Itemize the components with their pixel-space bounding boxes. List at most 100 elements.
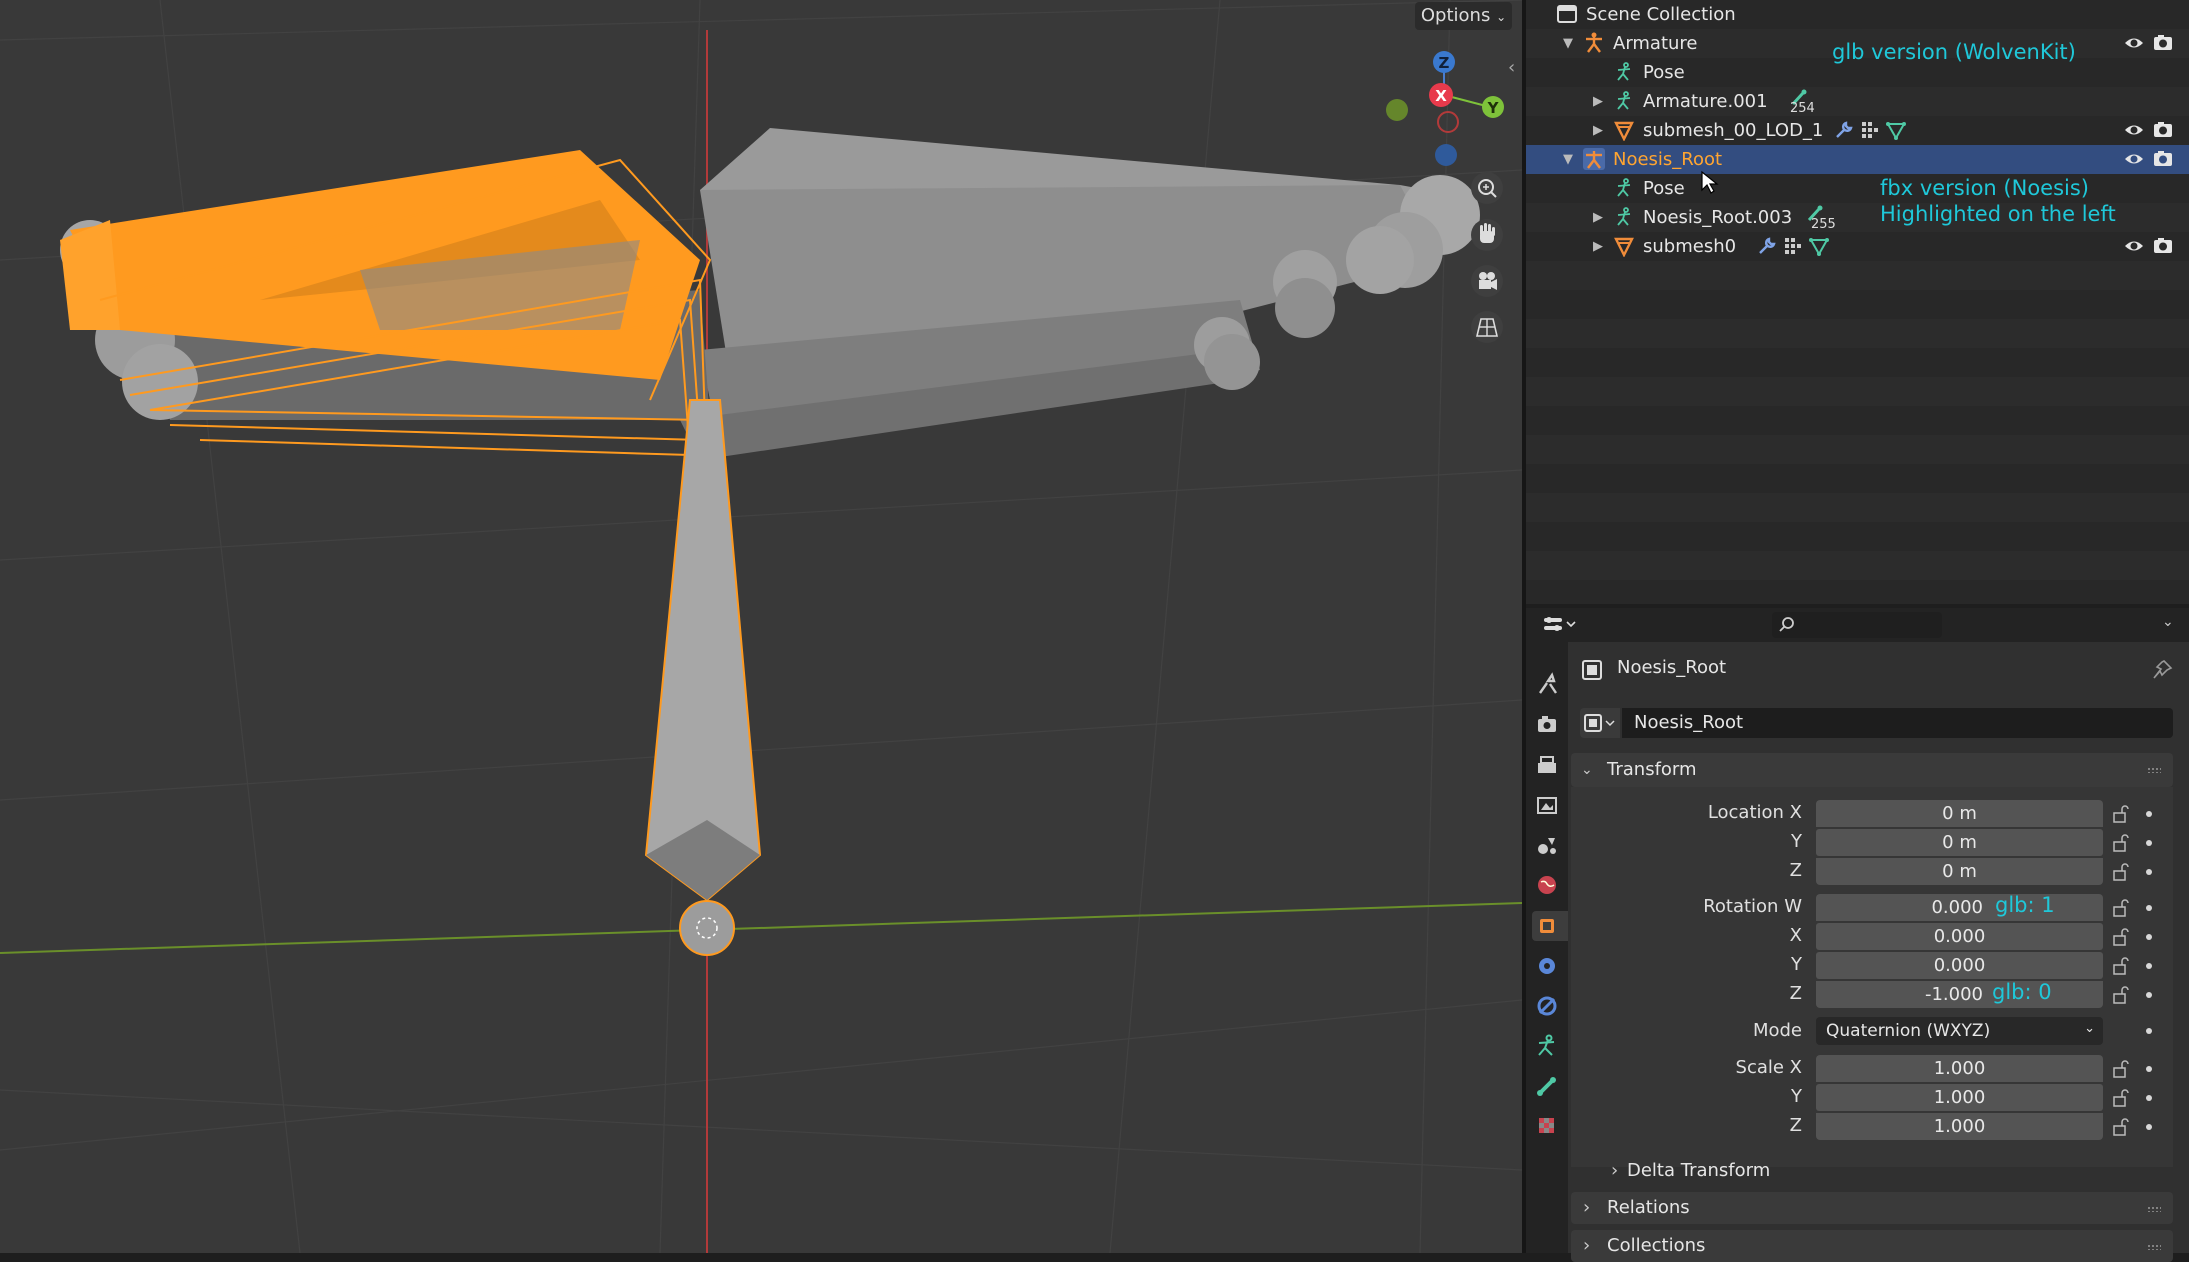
keyframe-dot[interactable] [2146,992,2152,998]
outliner-label: Noesis_Root.003 [1643,207,1793,228]
outliner-row-submesh0[interactable]: ▶ submesh0 [1526,232,2189,261]
keyframe-dot[interactable] [2146,1066,2152,1072]
outliner-row-armature-001[interactable]: ▶ Armature.001 254 [1526,87,2189,116]
tool-icon[interactable] [1532,669,1562,699]
outliner-row-scene-collection[interactable]: Scene Collection [1526,0,2189,29]
rotation-w-field[interactable]: 0.000 [1816,894,2103,921]
bone-cluster-selected[interactable] [60,150,762,956]
expand-right-icon[interactable]: ▶ [1593,203,1603,232]
physics-icon[interactable] [1532,951,1562,981]
outliner-row-noesis-root[interactable]: ▼ Noesis_Root [1526,145,2189,174]
eye-icon[interactable] [2123,119,2145,141]
camera-icon[interactable] [1471,265,1503,297]
keyframe-dot[interactable] [2146,1028,2152,1034]
rotation-x-field[interactable]: 0.000 [1816,923,2103,950]
mesh-object-icon [1614,121,1634,141]
viewport-scene[interactable]: Z X Y [0,0,1522,1253]
render-camera-icon[interactable] [2152,119,2174,141]
wrench-modifier-icon[interactable] [1834,120,1854,140]
location-z-field[interactable]: 0 m [1816,858,2103,885]
pin-icon[interactable] [2150,658,2174,682]
object-name-field[interactable]: Noesis_Root [1622,708,2173,738]
location-x-field[interactable]: 0 m [1816,800,2103,827]
scale-x-label: Scale X [1735,1057,1802,1078]
grid-perspective-icon[interactable] [1471,311,1503,343]
location-y-field[interactable]: 0 m [1816,829,2103,856]
scale-z-field[interactable]: 1.000 [1816,1113,2103,1140]
zoom-icon[interactable] [1471,172,1503,204]
mesh-data-icon [1886,122,1906,140]
expand-down-icon[interactable]: ▼ [1563,29,1573,58]
bone-icon[interactable] [1532,1071,1562,1101]
properties-search-input[interactable] [1772,612,1942,638]
collections-panel-header[interactable]: › Collections [1571,1230,2173,1262]
scale-x-field[interactable]: 1.000 [1816,1055,2103,1082]
keyframe-dot[interactable] [2146,840,2152,846]
rotation-w-label: Rotation W [1703,896,1802,917]
editor-type-dropdown[interactable] [1540,612,1580,638]
render-camera-icon[interactable] [2152,148,2174,170]
pose-icon [1617,62,1631,81]
wrench-modifier-icon[interactable] [1757,236,1777,256]
eye-icon[interactable] [2123,32,2145,54]
expand-right-icon[interactable]: ▶ [1593,87,1603,116]
object-type-dropdown[interactable] [1580,708,1620,738]
lock-icon[interactable] [2111,1117,2131,1137]
expand-right-icon[interactable]: ▶ [1593,232,1603,261]
texture-icon[interactable] [1532,1111,1562,1141]
lock-icon[interactable] [2111,804,2131,824]
render-camera-icon[interactable] [2152,235,2174,257]
view-layer-icon[interactable] [1532,790,1562,820]
expand-right-icon[interactable]: ▶ [1593,116,1603,145]
outliner-row-submesh-00-lod-1[interactable]: ▶ submesh_00_LOD_1 [1526,116,2189,145]
keyframe-dot[interactable] [2146,1124,2152,1130]
delta-transform-header[interactable]: › Delta Transform [1585,1156,2165,1186]
collections-title: Collections [1607,1235,1706,1256]
rotation-z-field[interactable]: -1.000 [1816,981,2103,1008]
location-y-label: Y [1791,831,1802,852]
3d-viewport[interactable]: Z X Y Options ⌄ ‹ [0,0,1522,1253]
options-dropdown[interactable]: Options ⌄ [1415,2,1512,30]
chevron-down-icon[interactable]: ⌄ [2162,614,2174,630]
relations-panel-header[interactable]: › Relations [1571,1192,2173,1224]
navigation-gizmo[interactable]: Z X Y [1386,51,1504,166]
lock-icon[interactable] [2111,985,2131,1005]
lock-icon[interactable] [2111,1088,2131,1108]
object-data-armature-icon[interactable] [1532,1031,1562,1061]
lock-icon[interactable] [2111,898,2131,918]
sidebar-toggle-icon[interactable]: ‹ [1508,57,1515,78]
datablock-selector[interactable]: Noesis_Root [1580,708,2173,738]
keyframe-dot[interactable] [2146,963,2152,969]
lock-icon[interactable] [2111,956,2131,976]
render-camera-icon[interactable] [2152,32,2174,54]
world-icon[interactable] [1532,870,1562,900]
lock-icon[interactable] [2111,1059,2131,1079]
drag-handle-icon[interactable] [2147,767,2161,773]
eye-icon[interactable] [2123,235,2145,257]
scene-icon[interactable] [1532,830,1562,860]
drag-handle-icon[interactable] [2147,1244,2161,1250]
keyframe-dot[interactable] [2146,811,2152,817]
transform-panel-header[interactable]: ⌄ Transform [1571,753,2173,787]
output-icon[interactable] [1532,750,1562,780]
constraints-icon[interactable] [1532,991,1562,1021]
render-icon[interactable] [1532,710,1562,740]
rotation-y-field[interactable]: 0.000 [1816,952,2103,979]
scale-y-field[interactable]: 1.000 [1816,1084,2103,1111]
keyframe-dot[interactable] [2146,1095,2152,1101]
eye-icon[interactable] [2123,148,2145,170]
lock-icon[interactable] [2111,862,2131,882]
lock-icon[interactable] [2111,833,2131,853]
expand-down-icon[interactable]: ▼ [1563,145,1573,174]
lock-icon[interactable] [2111,927,2131,947]
drag-handle-icon[interactable] [2147,1206,2161,1212]
pan-hand-icon[interactable] [1471,219,1503,251]
rotation-mode-dropdown[interactable]: Quaternion (WXYZ) ⌄ [1816,1017,2103,1045]
keyframe-dot[interactable] [2146,869,2152,875]
object-tab[interactable] [1532,911,1568,941]
scale-z-label: Z [1789,1115,1802,1136]
location-z-label: Z [1789,860,1802,881]
keyframe-dot[interactable] [2146,905,2152,911]
outliner-row-pose[interactable]: Pose [1526,170,2189,203]
keyframe-dot[interactable] [2146,934,2152,940]
